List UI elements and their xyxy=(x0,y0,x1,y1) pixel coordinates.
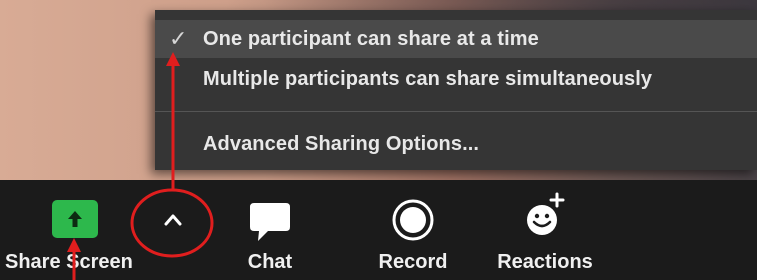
reactions-label: Reactions xyxy=(497,251,593,273)
share-options-caret-button[interactable] xyxy=(130,180,216,280)
record-icon xyxy=(392,199,434,241)
chevron-up-icon xyxy=(164,214,182,226)
checkmark-icon: ✓ xyxy=(169,26,188,51)
share-arrow-icon xyxy=(52,200,98,238)
chat-label: Chat xyxy=(247,251,293,273)
chat-button[interactable]: Chat xyxy=(225,180,315,280)
emoji-add-icon xyxy=(527,192,565,235)
menu-item-label: Multiple participants can share simultan… xyxy=(203,68,653,90)
meeting-toolbar: Share Screen Chat Record Reactions xyxy=(0,180,757,280)
menu-item-advanced-sharing[interactable]: Advanced Sharing Options... xyxy=(155,125,757,163)
menu-item-label: Advanced Sharing Options... xyxy=(203,133,480,155)
share-options-menu: ✓ One participant can share at a time Mu… xyxy=(155,10,757,170)
reactions-button[interactable]: Reactions xyxy=(490,180,600,280)
menu-item-multiple-participants[interactable]: Multiple participants can share simultan… xyxy=(155,60,757,98)
chat-bubble-icon xyxy=(250,203,290,241)
record-label: Record xyxy=(378,251,448,273)
share-screen-label: Share Screen xyxy=(5,251,133,273)
menu-divider xyxy=(155,111,757,112)
menu-item-one-participant[interactable]: ✓ One participant can share at a time xyxy=(155,20,757,58)
menu-item-label: One participant can share at a time xyxy=(203,28,539,50)
share-screen-button[interactable]: Share Screen xyxy=(0,180,150,280)
record-button[interactable]: Record xyxy=(368,180,458,280)
